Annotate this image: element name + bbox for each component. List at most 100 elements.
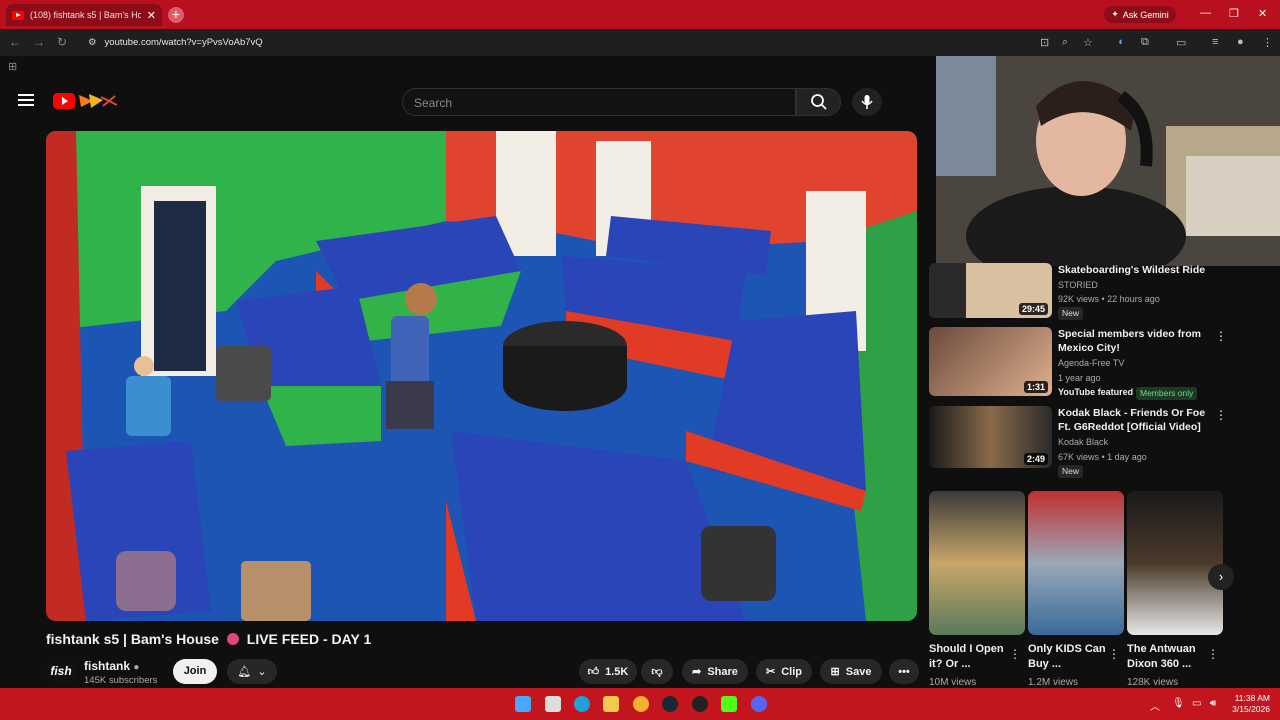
recommendation-title[interactable]: Kodak Black - Friends Or Foe Ft. G6Reddo… <box>1058 406 1208 434</box>
view-meta: 1 year ago <box>1058 373 1101 383</box>
puzzle-icon[interactable]: ⧉ <box>1141 36 1149 49</box>
dislike-button[interactable]: 👎︎ <box>641 659 673 684</box>
youtube-favicon-icon <box>12 10 24 20</box>
clock-time: 11:38 AM <box>1234 693 1270 703</box>
reading-list-icon[interactable]: ≡ <box>1212 36 1218 48</box>
start-windows-icon[interactable] <box>515 696 531 712</box>
close-tab-icon[interactable]: ✕ <box>147 9 156 22</box>
site-settings-icon[interactable]: ⚙ <box>88 37 97 48</box>
browser-tab[interactable]: (108) fishtank s5 | Bam's Ho ✕ <box>6 4 162 26</box>
recommendation-item[interactable]: 2:49 Kodak Black - Friends Or Foe Ft. G6… <box>929 406 1229 478</box>
search-button[interactable] <box>796 88 841 116</box>
bookmarks-bar: ⊞ <box>0 56 936 78</box>
hamburger-menu-icon[interactable] <box>18 94 34 107</box>
short-thumbnail[interactable] <box>1127 491 1223 635</box>
task-view-icon[interactable] <box>545 696 561 712</box>
minimize-icon[interactable]: — <box>1200 7 1211 19</box>
search-input[interactable]: Search <box>402 88 796 116</box>
url-text: youtube.com/watch?v=yPvsVoAb7vQ <box>104 37 263 48</box>
zoom-icon[interactable]: ⌕ <box>1062 36 1068 49</box>
voice-search-button[interactable] <box>852 88 882 116</box>
like-button[interactable]: 👍︎ 1.5K <box>579 659 637 684</box>
chrome-icon[interactable] <box>633 696 649 712</box>
video-thumbnail[interactable]: 2:49 <box>929 406 1052 468</box>
recommendation-title[interactable]: Skateboarding's Wildest Ride <box>1058 263 1208 277</box>
channel-name[interactable]: Kodak Black <box>1058 437 1108 447</box>
channel-name[interactable]: Agenda-Free TV <box>1058 358 1124 368</box>
extension-icon[interactable]: ◖ <box>1117 36 1124 48</box>
volume-icon[interactable]: 🔊︎ <box>1210 698 1216 709</box>
close-window-icon[interactable]: ✕ <box>1258 7 1267 20</box>
microphone-tray-icon[interactable]: 🎙︎ <box>1172 698 1185 709</box>
notifications-button[interactable]: 🔔︎ ⌄ <box>227 659 277 684</box>
split-view-icon[interactable]: ▭ <box>1176 36 1186 49</box>
system-clock[interactable]: 11:38 AM 3/15/2026 <box>1228 693 1270 715</box>
ask-gemini-button[interactable]: ✦ Ask Gemini <box>1104 6 1176 23</box>
shorts-shelf: Should I Open it? Or ... Only KIDS Can B… <box>929 491 1234 688</box>
short-title[interactable]: The Antwuan Dixon 360 ... <box>1127 642 1213 672</box>
search-icon <box>810 94 827 110</box>
channel-name-text: fishtank <box>84 659 131 673</box>
short-views: 10M views <box>929 677 977 688</box>
scissors-icon: ✂ <box>766 666 776 678</box>
next-shorts-button[interactable]: › <box>1208 564 1234 590</box>
forward-icon[interactable]: → <box>33 35 45 49</box>
reload-icon[interactable]: ↻ <box>57 35 67 49</box>
channel-avatar[interactable]: fish <box>46 656 76 686</box>
discord-icon[interactable] <box>751 696 767 712</box>
edge-browser-icon[interactable] <box>574 696 590 712</box>
profile-icon[interactable]: ● <box>1237 36 1244 48</box>
browser-tab-bar: (108) fishtank s5 | Bam's Ho ✕ + ✦ Ask G… <box>0 0 1280 29</box>
channel-name[interactable]: STORIED <box>1058 280 1098 290</box>
more-options-icon[interactable]: ⋮ <box>1215 329 1227 343</box>
kick-icon[interactable] <box>721 696 737 712</box>
video-thumbnail[interactable]: 29:45 <box>929 263 1052 318</box>
install-icon[interactable]: ⊡ <box>1040 36 1049 49</box>
file-explorer-icon[interactable] <box>603 696 619 712</box>
short-title[interactable]: Only KIDS Can Buy ... <box>1028 642 1114 672</box>
share-button[interactable]: ➦ Share <box>682 659 748 684</box>
clip-button[interactable]: ✂ Clip <box>756 659 812 684</box>
steam-icon[interactable] <box>662 696 678 712</box>
more-options-icon[interactable]: ⋮ <box>1108 647 1120 661</box>
gemini-label: Ask Gemini <box>1122 9 1169 20</box>
more-actions-button[interactable]: ••• <box>889 659 919 684</box>
obs-icon[interactable] <box>692 696 708 712</box>
back-icon[interactable]: ← <box>9 35 21 49</box>
url-field[interactable]: ⚙ youtube.com/watch?v=yPvsVoAb7vQ <box>80 32 1110 53</box>
maximize-icon[interactable]: ❐ <box>1229 7 1239 20</box>
recommendation-item[interactable]: 1:31 Special members video from Mexico C… <box>929 327 1229 400</box>
more-menu-icon[interactable]: ⋮ <box>1262 36 1273 49</box>
channel-name[interactable]: fishtank ● <box>84 659 139 673</box>
more-options-icon[interactable]: ⋮ <box>1215 408 1227 422</box>
bell-icon: 🔔︎ <box>237 666 252 678</box>
youtube-header: Search <box>0 78 936 126</box>
duration-badge: 29:45 <box>1018 303 1048 315</box>
youtube-logo-icon[interactable] <box>53 91 119 111</box>
tray-chevron-icon[interactable]: ︿ <box>1150 698 1160 713</box>
recommendation-item[interactable]: 29:45 Skateboarding's Wildest Ride STORI… <box>929 263 1229 323</box>
share-label: Share <box>707 665 738 678</box>
view-meta: 92K views • 22 hours ago <box>1058 294 1160 304</box>
more-options-icon[interactable]: ⋮ <box>1207 647 1219 661</box>
recommendation-title[interactable]: Special members video from Mexico City! <box>1058 327 1208 355</box>
new-tab-button[interactable]: + <box>168 7 184 23</box>
more-options-icon[interactable]: ⋮ <box>1009 647 1021 661</box>
short-thumbnail[interactable] <box>929 491 1025 635</box>
short-title[interactable]: Should I Open it? Or ... <box>929 642 1015 672</box>
clock-date: 3/15/2026 <box>1232 704 1270 714</box>
address-bar-row: ← → ↻ ⚙ youtube.com/watch?v=yPvsVoAb7vQ … <box>0 29 1280 56</box>
video-thumbnail[interactable]: 1:31 <box>929 327 1052 396</box>
bookmark-star-icon[interactable]: ☆ <box>1083 36 1093 49</box>
save-button[interactable]: ⊞ Save <box>820 659 882 684</box>
short-thumbnail[interactable] <box>1028 491 1124 635</box>
featured-label: YouTube featured <box>1058 387 1134 397</box>
gemini-icon: ✦ <box>1111 9 1119 19</box>
join-button[interactable]: Join <box>173 659 217 684</box>
thumbs-down-icon: 👎︎ <box>651 666 663 678</box>
video-player[interactable] <box>46 131 917 621</box>
chevron-down-icon: ⌄ <box>257 666 267 678</box>
apps-grid-icon[interactable]: ⊞ <box>8 60 17 73</box>
network-icon[interactable]: ▭ <box>1192 698 1201 709</box>
save-icon: ⊞ <box>830 666 840 678</box>
